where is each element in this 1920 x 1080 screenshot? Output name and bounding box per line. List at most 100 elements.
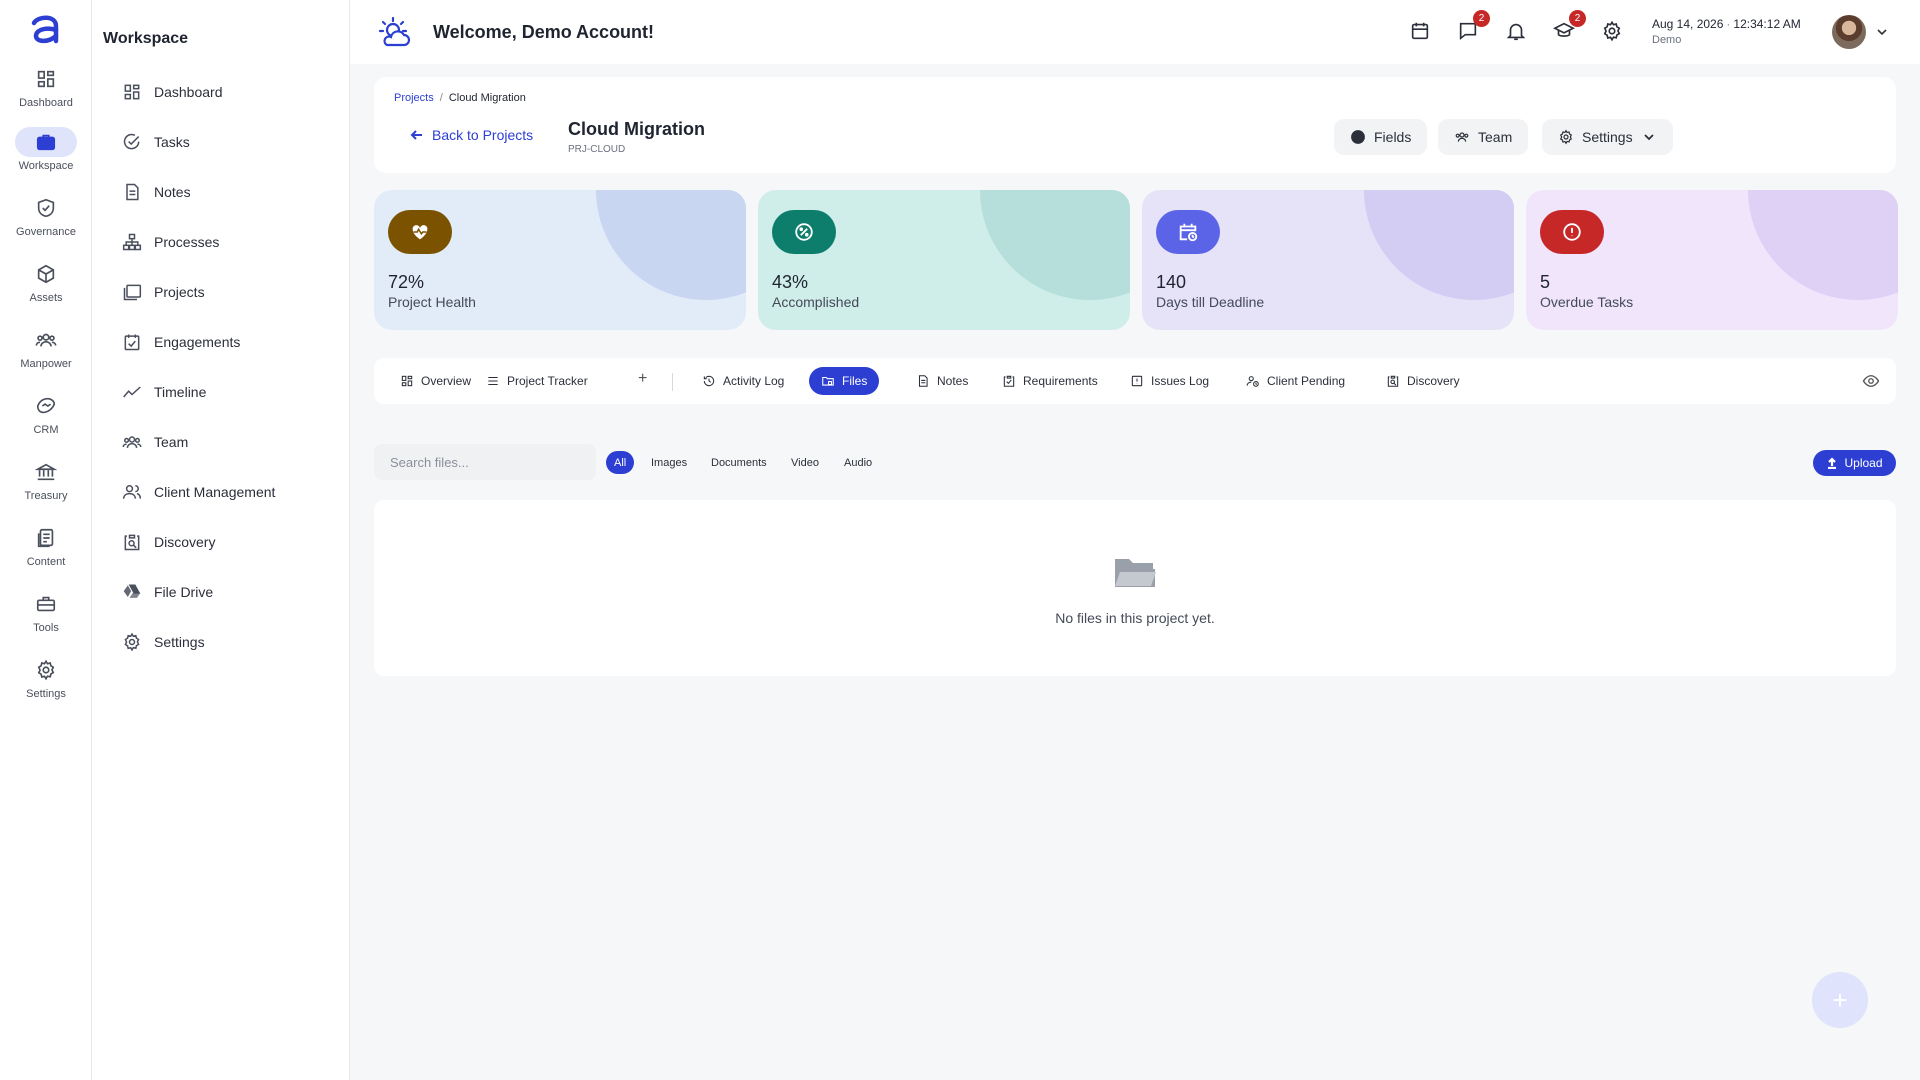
team-button[interactable]: Team — [1438, 119, 1529, 155]
add-tab-button[interactable]: + — [638, 370, 647, 388]
bell-icon — [1506, 23, 1526, 41]
user-clock-icon — [1246, 376, 1259, 387]
sidebar-item-label: Processes — [154, 234, 220, 250]
stat-card-accomplished: 43% Accomplished — [758, 190, 1130, 330]
sidebar-item-projects[interactable]: Projects — [122, 277, 205, 307]
brand-logo-icon[interactable] — [26, 10, 66, 50]
filter-chip-images[interactable]: Images — [643, 451, 695, 474]
rail-item-tools[interactable]: Tools — [0, 589, 92, 634]
stat-label: Project Health — [388, 294, 476, 310]
time-text: 12:34:12 AM — [1733, 17, 1801, 31]
filter-chip-video[interactable]: Video — [783, 451, 827, 474]
filter-chip-documents[interactable]: Documents — [703, 451, 775, 474]
sidebar-item-client-management[interactable]: Client Management — [122, 477, 275, 507]
back-to-projects-link[interactable]: Back to Projects — [410, 127, 533, 143]
sidebar-item-dashboard[interactable]: Dashboard — [122, 77, 223, 107]
sidebar-item-label: Discovery — [154, 534, 216, 550]
tab-project-tracker[interactable]: Project Tracker — [474, 367, 600, 395]
rail-item-workspace[interactable]: Workspace — [0, 127, 92, 172]
messages-button[interactable]: 2 — [1457, 10, 1490, 44]
briefcase-icon — [36, 134, 56, 151]
sidebar-item-label: File Drive — [154, 584, 214, 600]
sidebar-item-notes[interactable]: Notes — [122, 177, 191, 207]
files-panel: No files in this project yet. — [374, 500, 1896, 676]
calendar-button[interactable] — [1409, 20, 1433, 44]
rail-item-content[interactable]: Content — [0, 523, 92, 568]
sidebar-item-settings[interactable]: Settings — [122, 627, 205, 657]
notifications-button[interactable] — [1505, 20, 1529, 44]
fab-add-button[interactable]: + — [1812, 972, 1868, 1028]
rail-item-dashboard[interactable]: Dashboard — [0, 64, 92, 109]
history-icon — [703, 375, 715, 387]
rail-item-settings[interactable]: Settings — [0, 655, 92, 700]
clipboard-search-icon — [1387, 375, 1399, 387]
tab-discovery[interactable]: Discovery — [1374, 367, 1472, 395]
tab-notes[interactable]: Notes — [904, 367, 980, 395]
stat-card-overdue-tasks: 5 Overdue Tasks — [1526, 190, 1898, 330]
rail-label: Dashboard — [19, 97, 73, 109]
card-decoration — [1748, 190, 1898, 300]
stat-badge — [388, 210, 452, 254]
rail-item-governance[interactable]: Governance — [0, 193, 92, 238]
tab-label: Files — [842, 374, 868, 388]
filter-chip-audio[interactable]: Audio — [836, 451, 880, 474]
circle-dot-icon — [1351, 130, 1365, 144]
cube-icon — [37, 264, 55, 284]
sidebar-item-discovery[interactable]: Discovery — [122, 527, 215, 557]
avatar[interactable] — [1832, 15, 1866, 49]
grid-icon — [124, 84, 140, 100]
sidebar-item-file-drive[interactable]: File Drive — [122, 577, 213, 607]
courses-badge: 2 — [1569, 10, 1586, 27]
sidebar-item-tasks[interactable]: Tasks — [122, 127, 190, 157]
sidebar-item-timeline[interactable]: Timeline — [122, 377, 206, 407]
breadcrumb-projects[interactable]: Projects — [394, 92, 434, 104]
fields-label: Fields — [1374, 129, 1412, 145]
users-icon — [122, 485, 142, 499]
welcome-message: Welcome, Demo Account! — [433, 22, 655, 42]
calendar-icon — [1411, 22, 1429, 40]
list-icon — [488, 376, 498, 386]
search-files-input[interactable] — [374, 444, 596, 480]
rail-item-assets[interactable]: Assets — [0, 259, 92, 304]
folders-icon — [123, 284, 142, 301]
sidebar-item-processes[interactable]: Processes — [122, 227, 219, 257]
tab-files[interactable]: Files — [809, 367, 880, 395]
sidebar-item-label: Projects — [154, 284, 205, 300]
sidebar-item-team[interactable]: Team — [122, 427, 188, 457]
filter-chip-all[interactable]: All — [606, 451, 635, 474]
settings-label: Settings — [1582, 129, 1633, 145]
rail-item-manpower[interactable]: Manpower — [0, 325, 92, 370]
sidebar-item-label: Tasks — [154, 134, 190, 150]
upload-button[interactable]: Upload — [1813, 450, 1896, 476]
check-circle-icon — [123, 133, 140, 150]
settings-dropdown-button[interactable]: Settings — [1542, 119, 1673, 155]
tab-client-pending[interactable]: Client Pending — [1234, 367, 1357, 395]
stat-label: Accomplished — [772, 294, 860, 310]
sidebar-item-label: Engagements — [154, 334, 241, 350]
page-title: Cloud Migration — [568, 119, 705, 139]
gear-icon — [37, 659, 55, 681]
workspace-sidebar: Workspace Dashboard Tasks Notes Processe… — [92, 0, 350, 1080]
sidebar-item-engagements[interactable]: Engagements — [122, 327, 240, 357]
rail-item-crm[interactable]: CRM — [0, 391, 92, 436]
rail-item-treasury[interactable]: Treasury — [0, 457, 92, 502]
folder-stack-icon — [822, 376, 834, 386]
courses-button[interactable]: 2 — [1552, 10, 1586, 44]
sidebar-item-label: Client Management — [154, 484, 276, 500]
tab-issues-log[interactable]: Issues Log — [1118, 367, 1221, 395]
team-label: Team — [1478, 129, 1513, 145]
stat-card-project-health: 72% Project Health — [374, 190, 746, 330]
fields-button[interactable]: Fields — [1334, 119, 1428, 155]
arrow-left-icon — [410, 130, 422, 140]
toggle-visibility-button[interactable] — [1862, 372, 1880, 390]
tab-requirements[interactable]: Requirements — [990, 367, 1110, 395]
messages-badge: 2 — [1473, 10, 1490, 27]
settings-button[interactable] — [1601, 20, 1625, 44]
handshake-icon — [36, 397, 56, 414]
tab-overview[interactable]: Overview — [388, 367, 483, 395]
stat-value: 72% — [388, 272, 425, 292]
tab-label: Issues Log — [1151, 374, 1210, 388]
chevron-down-icon[interactable] — [1874, 24, 1890, 40]
tab-activity-log[interactable]: Activity Log — [690, 367, 796, 395]
stat-label: Overdue Tasks — [1540, 294, 1634, 310]
